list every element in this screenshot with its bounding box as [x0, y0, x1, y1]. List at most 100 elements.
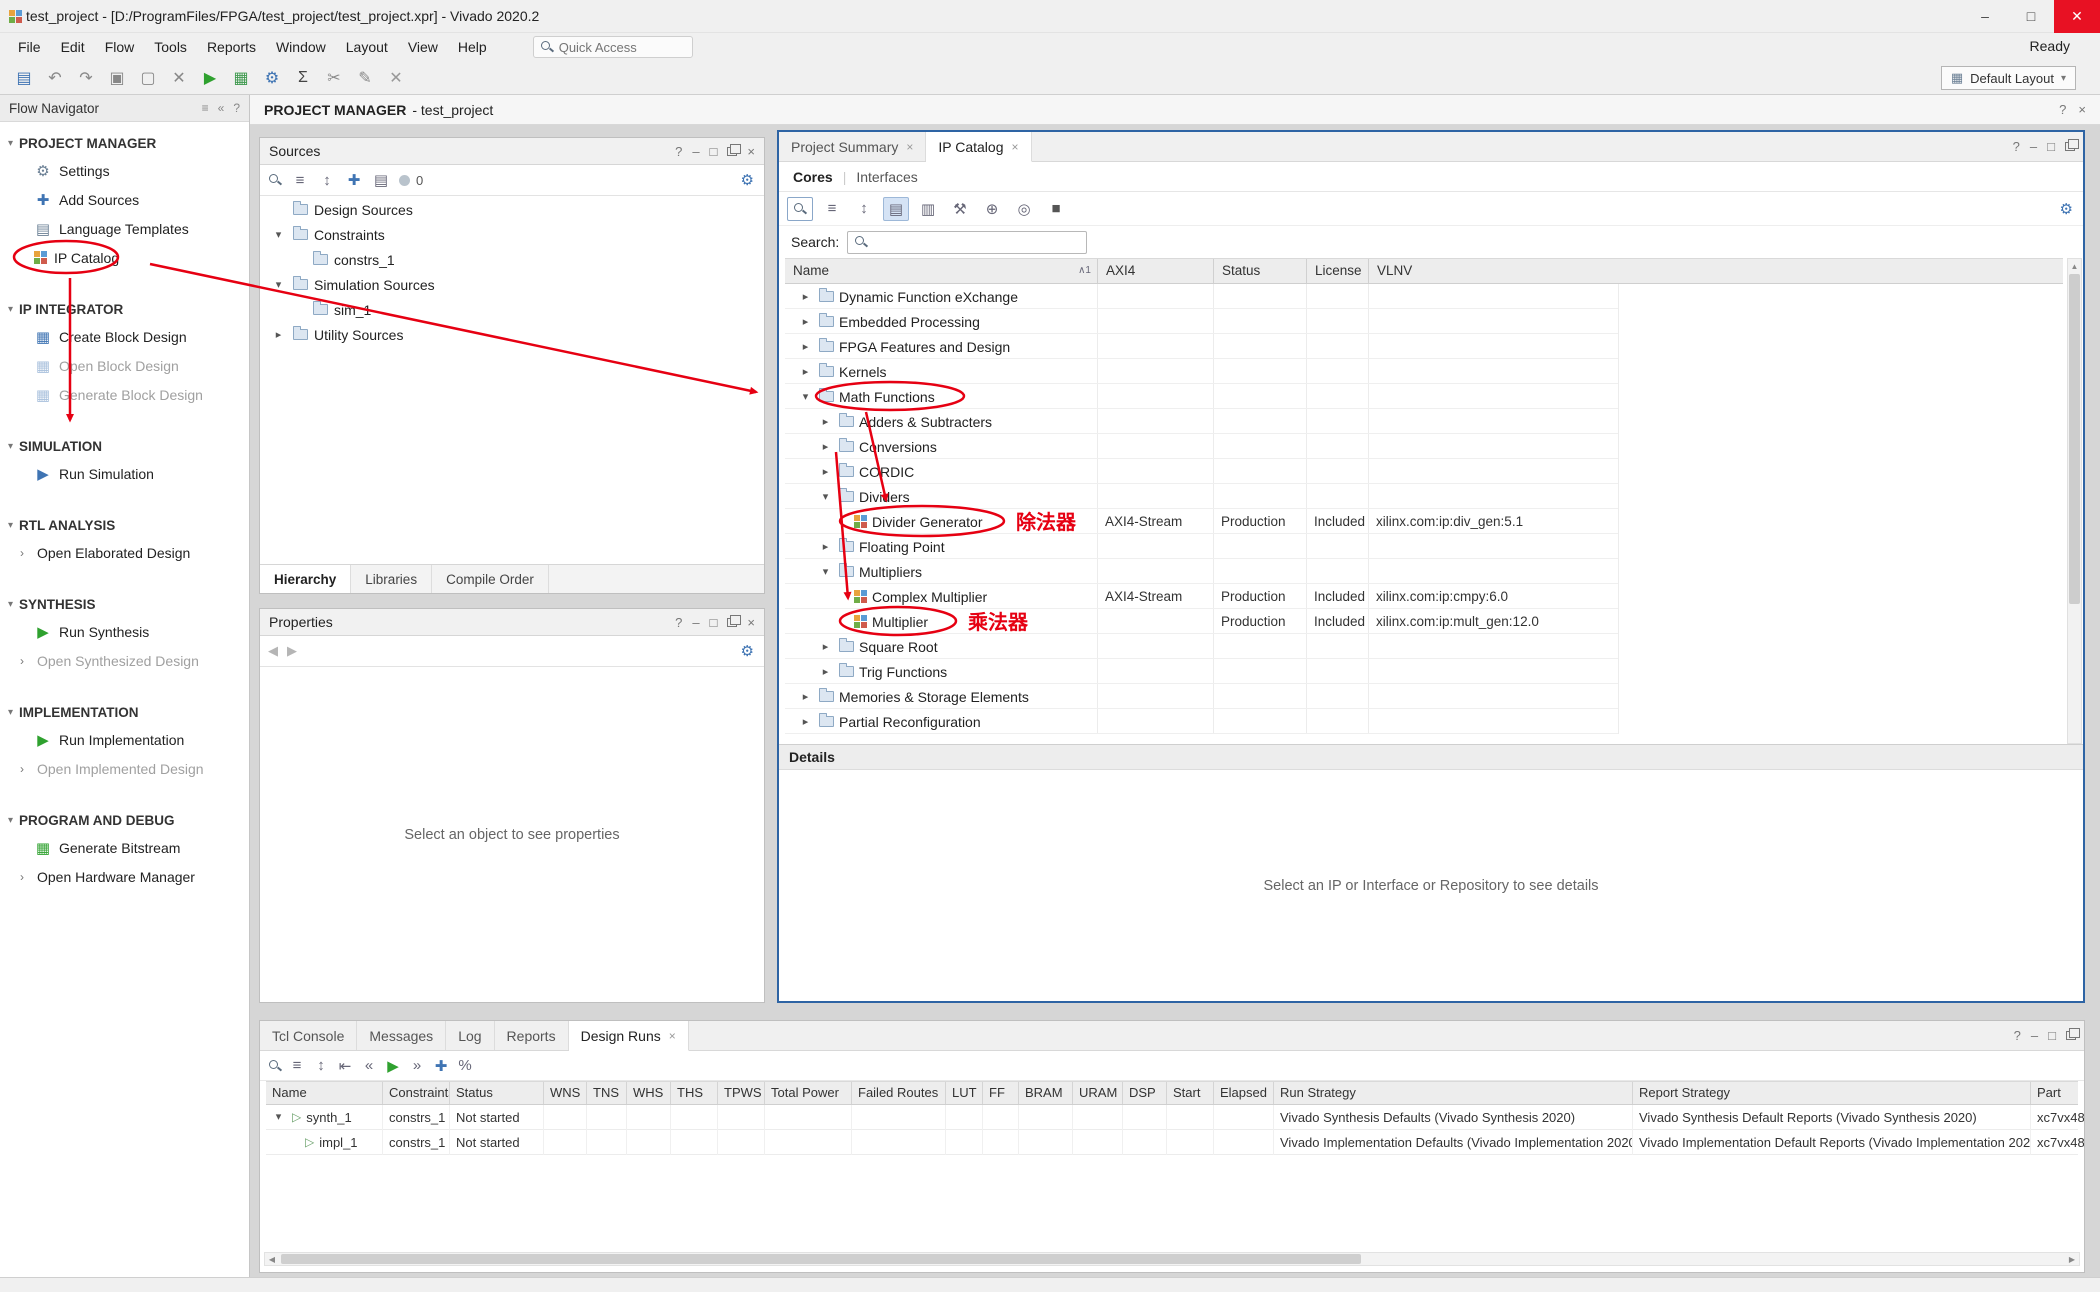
nav-item-open-block-design[interactable]: ▦Open Block Design: [0, 351, 249, 380]
chevron-down-icon[interactable]: ▾: [817, 565, 834, 578]
run-icon[interactable]: ▶: [384, 1057, 402, 1075]
ip-row-cordic[interactable]: ▸CORDIC: [785, 459, 1618, 484]
nav-item-settings[interactable]: ⚙Settings: [0, 156, 249, 185]
sigma-icon[interactable]: Σ: [289, 65, 317, 91]
run-icon[interactable]: ▶: [196, 65, 224, 91]
source-item-constrs-1[interactable]: constrs_1: [260, 247, 764, 272]
percent-icon[interactable]: %: [456, 1057, 474, 1074]
source-item-utility-sources[interactable]: ▸Utility Sources: [260, 322, 764, 347]
help-icon[interactable]: ?: [2014, 1028, 2021, 1043]
float-icon[interactable]: [727, 147, 737, 156]
edit-icon[interactable]: ✎: [351, 65, 379, 91]
ip-row-trig-functions[interactable]: ▸Trig Functions: [785, 659, 1618, 684]
ip-row-floating-point[interactable]: ▸Floating Point: [785, 534, 1618, 559]
nav-item-open-synthesized-design[interactable]: ›Open Synthesized Design: [0, 646, 249, 675]
scroll-left-icon[interactable]: ◀: [265, 1253, 279, 1265]
column-header-lut[interactable]: LUT: [945, 1082, 982, 1104]
design-run-row-synth-1[interactable]: ▾▷synth_1constrs_1Not startedVivado Synt…: [266, 1105, 2078, 1130]
source-item-simulation-sources[interactable]: ▾Simulation Sources: [260, 272, 764, 297]
chevron-down-icon[interactable]: ▾: [817, 490, 834, 503]
layout-selector[interactable]: ▦ Default Layout ▾: [1941, 66, 2076, 90]
close-icon[interactable]: ×: [747, 144, 755, 159]
reset-runs-icon[interactable]: ⇤: [336, 1057, 354, 1075]
maximize-icon[interactable]: □: [2048, 1028, 2056, 1043]
redo-icon[interactable]: ↷: [72, 65, 100, 91]
scrollbar-thumb[interactable]: [2069, 274, 2080, 604]
chevron-right-icon[interactable]: ▸: [817, 415, 834, 428]
chevron-right-icon[interactable]: ▸: [817, 540, 834, 553]
expand-all-icon[interactable]: ↕: [851, 197, 877, 221]
collapse-sidebar-icon[interactable]: «: [218, 101, 225, 115]
column-header-status[interactable]: Status: [449, 1082, 543, 1104]
chevron-right-icon[interactable]: ▸: [817, 665, 834, 678]
maximize-icon[interactable]: □: [2047, 139, 2055, 154]
tab-tcl-console[interactable]: Tcl Console: [260, 1021, 357, 1050]
section-header-ip-integrator[interactable]: ▾IP INTEGRATOR: [0, 296, 249, 322]
menu-flow[interactable]: Flow: [95, 35, 145, 59]
delete-icon[interactable]: ✕: [165, 65, 193, 91]
ip-search-box[interactable]: [847, 231, 1087, 254]
quick-access-input[interactable]: [559, 40, 674, 55]
collapse-all-icon[interactable]: ≡: [819, 197, 845, 221]
nav-item-run-synthesis[interactable]: ▶Run Synthesis: [0, 617, 249, 646]
paste-icon[interactable]: ▢: [134, 65, 162, 91]
scroll-right-icon[interactable]: ▶: [2065, 1253, 2079, 1265]
tab-hierarchy[interactable]: Hierarchy: [260, 565, 351, 593]
tab-design-runs[interactable]: Design Runs×: [569, 1021, 689, 1051]
maximize-button[interactable]: □: [2008, 0, 2054, 33]
chevron-down-icon[interactable]: ▾: [270, 1105, 287, 1130]
tab-messages[interactable]: Messages: [357, 1021, 446, 1050]
messages-badge-icon[interactable]: [399, 175, 410, 186]
ip-row-square-root[interactable]: ▸Square Root: [785, 634, 1618, 659]
ip-row-dynamic-function-exchange[interactable]: ▸Dynamic Function eXchange: [785, 284, 1618, 309]
ip-row-fpga-features-and-design[interactable]: ▸FPGA Features and Design: [785, 334, 1618, 359]
tab-libraries[interactable]: Libraries: [351, 565, 432, 593]
ip-row-divider-generator[interactable]: Divider GeneratorAXI4-StreamProductionIn…: [785, 509, 1618, 534]
maximize-icon[interactable]: □: [710, 144, 718, 159]
add-sources-icon[interactable]: ✚: [345, 171, 363, 189]
menu-view[interactable]: View: [398, 35, 448, 59]
ip-row-dividers[interactable]: ▾Dividers: [785, 484, 1618, 509]
help-icon[interactable]: ?: [675, 144, 682, 159]
chevron-right-icon[interactable]: ▸: [797, 690, 814, 703]
ip-row-partial-reconfiguration[interactable]: ▸Partial Reconfiguration: [785, 709, 1618, 734]
column-header-constraints[interactable]: Constraints: [382, 1082, 449, 1104]
create-runs-icon[interactable]: ✚: [432, 1057, 450, 1075]
column-header-name[interactable]: Name: [266, 1082, 382, 1104]
column-header-tns[interactable]: TNS: [586, 1082, 626, 1104]
column-header-ths[interactable]: THS: [670, 1082, 717, 1104]
close-icon[interactable]: ×: [747, 615, 755, 630]
column-header-failed-routes[interactable]: Failed Routes: [851, 1082, 945, 1104]
column-header-part[interactable]: Part: [2030, 1082, 2084, 1104]
section-header-program-and-debug[interactable]: ▾PROGRAM AND DEBUG: [0, 807, 249, 833]
taxonomy-icon[interactable]: ▥: [915, 197, 941, 221]
stop-icon[interactable]: ■: [1043, 197, 1069, 221]
subtab-cores[interactable]: Cores: [793, 169, 833, 185]
nav-item-run-simulation[interactable]: ▶Run Simulation: [0, 459, 249, 488]
group-by-category-icon[interactable]: ▤: [883, 197, 909, 221]
scroll-up-icon[interactable]: ▲: [2068, 259, 2081, 273]
ip-search-input[interactable]: [874, 235, 1080, 250]
customize-ip-icon[interactable]: ⚒: [947, 197, 973, 221]
close-button[interactable]: ✕: [2054, 0, 2100, 33]
menu-file[interactable]: File: [8, 35, 51, 59]
undo-icon[interactable]: ↶: [41, 65, 69, 91]
column-header-uram[interactable]: URAM: [1072, 1082, 1122, 1104]
minimize-icon[interactable]: –: [2030, 139, 2037, 154]
search-icon[interactable]: [787, 197, 813, 221]
source-item-constraints[interactable]: ▾Constraints: [260, 222, 764, 247]
ip-row-embedded-processing[interactable]: ▸Embedded Processing: [785, 309, 1618, 334]
chevron-right-icon[interactable]: ▸: [817, 440, 834, 453]
chevron-right-icon[interactable]: ▸: [270, 328, 287, 341]
scrollbar-thumb[interactable]: [281, 1254, 1361, 1264]
menu-reports[interactable]: Reports: [197, 35, 266, 59]
file-filter-icon[interactable]: ▤: [372, 171, 390, 189]
menu-layout[interactable]: Layout: [336, 35, 398, 59]
subtab-interfaces[interactable]: Interfaces: [856, 169, 917, 185]
nav-item-language-templates[interactable]: ▤Language Templates: [0, 214, 249, 243]
nav-item-add-sources[interactable]: ✚Add Sources: [0, 185, 249, 214]
search-icon[interactable]: [268, 173, 282, 187]
chevron-right-icon[interactable]: ▸: [817, 640, 834, 653]
dashboard-icon[interactable]: ▦: [227, 65, 255, 91]
ip-row-multipliers[interactable]: ▾Multipliers: [785, 559, 1618, 584]
